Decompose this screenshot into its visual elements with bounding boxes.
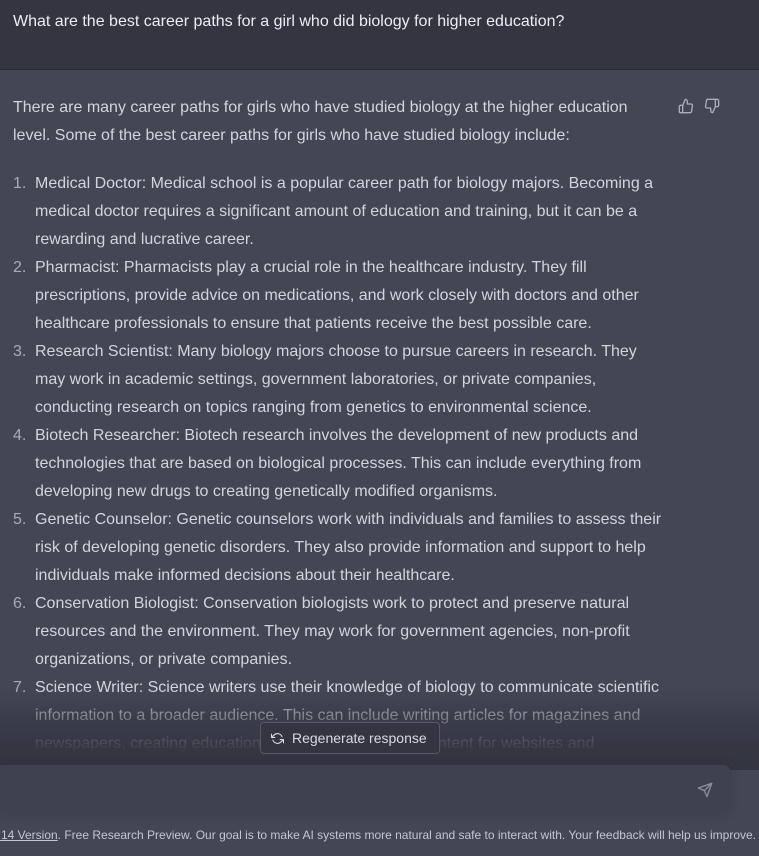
feedback-buttons <box>677 97 721 115</box>
list-item-number: 3. <box>13 343 27 360</box>
list-item: 3. Research Scientist: Many biology majo… <box>13 338 663 422</box>
send-button[interactable] <box>695 780 715 800</box>
list-item: 4. Biotech Researcher: Biotech research … <box>13 422 663 506</box>
list-item-text: Medical Doctor: Medical school is a popu… <box>35 175 654 248</box>
regenerate-label: Regenerate response <box>292 730 427 746</box>
thumbs-up-button[interactable] <box>677 97 695 115</box>
footer-text: ChatGPT Dec 14 Version. Free Research Pr… <box>0 826 756 844</box>
list-item-number: 6. <box>13 595 27 612</box>
composer <box>0 765 730 815</box>
list-item-number: 5. <box>13 511 27 528</box>
list-item-text: Conservation Biologist: Conservation bio… <box>35 595 630 668</box>
list-item: 1. Medical Doctor: Medical school is a p… <box>13 170 663 254</box>
list-item-number: 1. <box>13 175 27 192</box>
send-icon <box>697 782 713 798</box>
message-input[interactable] <box>12 765 686 815</box>
assistant-answer: There are many career paths for girls wh… <box>13 94 663 758</box>
list-item-text: Biotech Researcher: Biotech research inv… <box>35 427 642 500</box>
list-item-number: 2. <box>13 259 27 276</box>
refresh-icon <box>271 732 284 744</box>
chat-app: What are the best career paths for a gir… <box>0 0 759 856</box>
thumbs-up-icon <box>678 98 694 114</box>
version-link[interactable]: ChatGPT Dec 14 Version <box>0 828 58 842</box>
list-item-text: Research Scientist: Many biology majors … <box>35 343 637 416</box>
list-item: 2. Pharmacist: Pharmacists play a crucia… <box>13 254 663 338</box>
footer-disclaimer: . Free Research Preview. Our goal is to … <box>57 828 756 842</box>
user-message-text: What are the best career paths for a gir… <box>13 13 565 30</box>
list-item-number: 7. <box>13 679 27 696</box>
regenerate-response-button[interactable]: Regenerate response <box>260 722 440 754</box>
list-item-number: 4. <box>13 427 27 444</box>
thumbs-down-button[interactable] <box>703 97 721 115</box>
user-message: What are the best career paths for a gir… <box>0 0 759 70</box>
thumbs-down-icon <box>704 98 720 114</box>
list-item: 6. Conservation Biologist: Conservation … <box>13 590 663 674</box>
list-item-text: Pharmacist: Pharmacists play a crucial r… <box>35 259 639 332</box>
list-item: 5. Genetic Counselor: Genetic counselors… <box>13 506 663 590</box>
footer: ChatGPT Dec 14 Version. Free Research Pr… <box>0 826 759 846</box>
list-item-text: Genetic Counselor: Genetic counselors wo… <box>35 511 662 584</box>
career-list: 1. Medical Doctor: Medical school is a p… <box>13 170 663 758</box>
answer-intro: There are many career paths for girls wh… <box>13 99 628 144</box>
